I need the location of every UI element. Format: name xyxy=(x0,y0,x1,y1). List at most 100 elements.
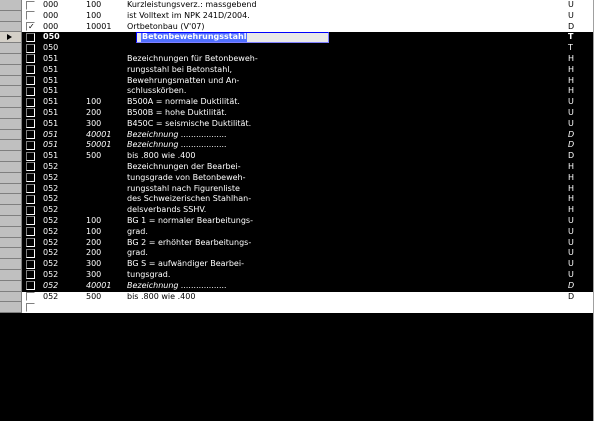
table-row[interactable]: 052 delsverbands SSHV. H xyxy=(0,205,593,216)
table-row[interactable]: 051 300 B450C = seismische Duktilität. U xyxy=(0,118,593,130)
table-row[interactable]: 052 tungsgrade von Betonbeweh- H xyxy=(0,172,593,184)
vertical-scrollbar[interactable] xyxy=(593,0,600,421)
row-checkbox[interactable] xyxy=(26,248,35,258)
row-selector[interactable] xyxy=(0,0,22,11)
table-row[interactable]: 051 40001 Bezeichnung .................. D xyxy=(0,129,593,141)
row-selector[interactable] xyxy=(0,53,22,65)
row-checkbox[interactable]: ✓ xyxy=(26,22,35,32)
table-row[interactable]: 000 100 ist Volltext im NPK 241D/2004. U xyxy=(0,10,593,22)
row-selector[interactable] xyxy=(0,64,22,76)
row-checkbox[interactable] xyxy=(26,162,35,172)
row-checkbox[interactable] xyxy=(26,119,35,129)
row-checkbox[interactable] xyxy=(26,270,35,280)
row-checkbox[interactable] xyxy=(26,65,35,75)
row-checkbox[interactable] xyxy=(26,216,35,226)
row-checkbox[interactable] xyxy=(26,238,35,248)
position-cell: 100 xyxy=(86,10,102,20)
row-selector[interactable] xyxy=(0,269,22,281)
type-cell: H xyxy=(568,194,575,204)
row-selector[interactable] xyxy=(0,194,22,206)
table-row[interactable]: 051 50001 Bezeichnung .................. D xyxy=(0,140,593,152)
table-row[interactable]: 052 300 BG S = aufwändiger Bearbei- U xyxy=(0,259,593,270)
kapitel-cell: 052 xyxy=(43,183,59,193)
row-checkbox[interactable] xyxy=(26,302,35,312)
table-row[interactable]: ✓ 000 10001 Ortbetonbau (V'07) D xyxy=(0,21,593,33)
row-selector[interactable] xyxy=(0,172,22,184)
table-row[interactable]: 051 Bewehrungsmatten und An- H xyxy=(0,75,593,87)
table-row[interactable]: 000 100 Kurzleistungsverz.: massgebend U xyxy=(0,0,593,11)
row-checkbox[interactable] xyxy=(26,54,35,64)
row-selector[interactable] xyxy=(0,118,22,130)
row-selector[interactable] xyxy=(0,151,22,162)
row-selector[interactable] xyxy=(0,107,22,119)
table-row[interactable]: 052 200 grad. U xyxy=(0,248,593,260)
type-cell: U xyxy=(568,237,574,247)
text-cell: tungsgrade von Betonbeweh- xyxy=(127,172,246,182)
row-checkbox[interactable] xyxy=(26,151,35,161)
row-checkbox[interactable] xyxy=(26,76,35,86)
row-checkbox[interactable] xyxy=(26,11,35,21)
row-selector[interactable] xyxy=(0,302,22,314)
row-selector[interactable] xyxy=(0,43,22,54)
table-row[interactable]: 052 300 tungsgrad. U xyxy=(0,269,593,281)
row-checkbox[interactable] xyxy=(26,173,35,183)
table-row[interactable]: 052 200 BG 2 = erhöhter Bearbeitungs- U xyxy=(0,237,593,249)
row-selector[interactable] xyxy=(0,280,22,292)
row-selector[interactable] xyxy=(0,140,22,152)
row-checkbox[interactable] xyxy=(26,281,35,291)
row-selector[interactable] xyxy=(0,161,22,173)
row-checkbox[interactable] xyxy=(26,194,35,204)
row-selector[interactable] xyxy=(0,21,22,33)
table-row[interactable]: 050 T xyxy=(0,43,593,54)
row-selector[interactable] xyxy=(0,237,22,249)
table-row[interactable]: 051 schlusskörben. H xyxy=(0,86,593,98)
row-checkbox[interactable] xyxy=(26,259,35,269)
row-selector[interactable] xyxy=(0,86,22,98)
table-row[interactable]: 052 100 grad. U xyxy=(0,226,593,238)
row-checkbox[interactable] xyxy=(26,43,35,53)
row-selector[interactable] xyxy=(0,259,22,270)
row-checkbox[interactable] xyxy=(26,86,35,96)
row-selector[interactable] xyxy=(0,291,22,303)
table-row[interactable]: 052 des Schweizerischen Stahlhan- H xyxy=(0,194,593,206)
table-row[interactable]: 051 rungsstahl bei Betonstahl, H xyxy=(0,64,593,76)
row-selector[interactable] xyxy=(0,97,22,108)
row-selector[interactable] xyxy=(0,10,22,22)
row-checkbox[interactable] xyxy=(26,140,35,150)
table-row[interactable]: 052 100 BG 1 = normaler Bearbeitungs- U xyxy=(0,215,593,227)
row-selector[interactable] xyxy=(0,183,22,195)
row-selector[interactable] xyxy=(0,215,22,227)
checkmark-icon: ✓ xyxy=(28,22,35,32)
row-selector[interactable] xyxy=(0,32,22,44)
table-row[interactable]: 052 rungsstahl nach Figurenliste H xyxy=(0,183,593,195)
type-cell: U xyxy=(568,0,574,9)
text-grid[interactable]: 000 100 Kurzleistungsverz.: massgebend U 000… xyxy=(0,0,593,421)
table-row[interactable]: 050 Betonbewehrungsstahl T xyxy=(0,32,593,44)
table-row[interactable]: 051 100 B500A = normale Duktilität. U xyxy=(0,97,593,108)
type-cell: U xyxy=(568,215,574,225)
table-row[interactable]: 052 40001 Bezeichnung .................. D xyxy=(0,280,593,292)
row-selector[interactable] xyxy=(0,75,22,87)
row-checkbox[interactable] xyxy=(26,292,35,302)
table-row[interactable]: 052 Bezeichnungen der Bearbei- H xyxy=(0,161,593,173)
table-row[interactable]: 051 500 bis .800 wie .400 D xyxy=(0,151,593,162)
row-checkbox[interactable] xyxy=(26,130,35,140)
row-selector[interactable] xyxy=(0,129,22,141)
row-checkbox[interactable] xyxy=(26,32,35,42)
table-row[interactable]: 051 200 B500B = hohe Duktilität. U xyxy=(0,107,593,119)
row-checkbox[interactable] xyxy=(26,97,35,107)
row-checkbox[interactable] xyxy=(26,205,35,215)
type-cell: D xyxy=(568,140,575,150)
row-checkbox[interactable] xyxy=(26,184,35,194)
row-selector[interactable] xyxy=(0,226,22,238)
table-row[interactable] xyxy=(0,302,593,314)
type-cell: U xyxy=(568,226,574,236)
table-row[interactable]: 052 500 bis .800 wie .400 D xyxy=(0,291,593,303)
row-checkbox[interactable] xyxy=(26,227,35,237)
row-checkbox[interactable] xyxy=(26,108,35,118)
table-row[interactable]: 051 Bezeichnungen für Betonbeweh- H xyxy=(0,53,593,65)
text-edit-field[interactable]: Betonbewehrungsstahl xyxy=(136,32,329,44)
row-checkbox[interactable] xyxy=(26,0,35,10)
row-selector[interactable] xyxy=(0,205,22,216)
row-selector[interactable] xyxy=(0,248,22,260)
